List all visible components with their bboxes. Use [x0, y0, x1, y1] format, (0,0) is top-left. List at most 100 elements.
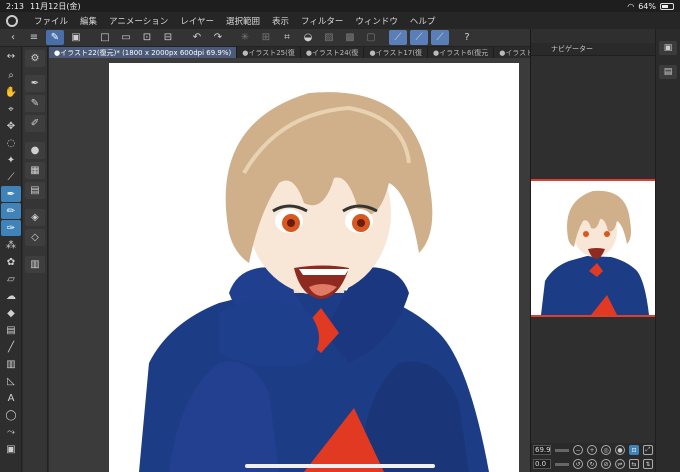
special-ruler-snap-icon[interactable]: ⟋	[410, 30, 428, 45]
fill-window-icon[interactable]: ⤢	[643, 445, 653, 455]
tab-document[interactable]: ● イラスト25(復	[237, 47, 301, 58]
menu-file[interactable]: ファイル	[34, 15, 68, 27]
flip-icon[interactable]: ⇌	[615, 459, 625, 469]
subtool-brush-size-icon[interactable]: ●	[25, 142, 45, 159]
decoration-tool-icon[interactable]: ✿	[1, 254, 21, 270]
menu-window[interactable]: ウィンドウ	[355, 15, 398, 27]
menu-filter[interactable]: フィルター	[301, 15, 343, 27]
zoom-input[interactable]: 69.9	[533, 445, 551, 455]
tab-document[interactable]: ● イラスト17(復	[364, 47, 429, 58]
rotate-right-icon[interactable]: ↻	[587, 459, 597, 469]
fill-icon[interactable]: ◒	[299, 30, 317, 45]
artwork-illustration	[139, 92, 489, 472]
edit-mode-icon[interactable]: ✎	[46, 30, 64, 45]
ruler-tool-icon[interactable]: ◺	[1, 373, 21, 389]
eyedropper-tool-icon[interactable]: ⟋	[1, 169, 21, 185]
rotate-left-icon[interactable]: ↺	[573, 459, 583, 469]
menu-animation[interactable]: アニメーション	[109, 15, 168, 27]
menu-help[interactable]: ヘルプ	[410, 15, 436, 27]
tab-document[interactable]: ● イラスト24(復	[301, 47, 365, 58]
collapse-icon[interactable]: ‹	[4, 30, 22, 45]
pen-tool-icon[interactable]: ✒	[1, 186, 21, 202]
zoom-tool-icon[interactable]: ⌕	[1, 67, 21, 83]
redo-icon[interactable]: ↷	[209, 30, 227, 45]
brush-tool-icon[interactable]: ✑	[1, 220, 21, 236]
zoom-out-icon[interactable]: −	[573, 445, 583, 455]
actual-size-icon[interactable]: ◎	[601, 445, 611, 455]
loading-icon[interactable]: ✳	[236, 30, 254, 45]
panel-layer-icon[interactable]: ▤	[659, 65, 677, 79]
export-icon[interactable]: ⊟	[159, 30, 177, 45]
ruler-snap-icon[interactable]: ⟋	[389, 30, 407, 45]
subtool-gpen-icon[interactable]: ✐	[25, 115, 45, 132]
correct-line-tool-icon[interactable]: ⤳	[1, 424, 21, 440]
subtool-material-icon[interactable]: ▥	[25, 256, 45, 273]
move-tool-icon[interactable]: ✥	[1, 118, 21, 134]
subtool-pen-icon[interactable]: ✒	[25, 75, 45, 92]
new-canvas-icon[interactable]: □	[96, 30, 114, 45]
navigator-title: ナビゲーター	[531, 43, 655, 56]
hamburger-menu-icon[interactable]: ≡	[25, 30, 43, 45]
eraser-tool-icon[interactable]: ▱	[1, 271, 21, 287]
rotate-input[interactable]: 0.0	[533, 459, 551, 469]
airbrush-tool-icon[interactable]: ⁂	[1, 237, 21, 253]
hand-tool-icon[interactable]: ✋	[1, 84, 21, 100]
undo-icon[interactable]: ↶	[188, 30, 206, 45]
navigator-zoom-row: 69.9 − + ◎ ● ⊡ ⤢	[531, 443, 655, 457]
help-icon[interactable]: ?	[458, 30, 476, 45]
menu-edit[interactable]: 編集	[80, 15, 97, 27]
subtool-stack-icon[interactable]: ◇	[25, 229, 45, 246]
flip-vertical-icon[interactable]: ⇅	[643, 459, 653, 469]
zoom-slider[interactable]	[555, 448, 569, 452]
blend-tool-icon[interactable]: ☁	[1, 288, 21, 304]
tab-document[interactable]: ● イラスト6(復元	[428, 47, 495, 58]
tab-document[interactable]: ● イラスト22(復元)* (1800 x 2000px 600dpi 69.9…	[49, 47, 238, 58]
tab-label: イラスト24(復	[311, 48, 359, 57]
zoom-in-icon[interactable]: +	[587, 445, 597, 455]
clear-outside-icon[interactable]: ▩	[341, 30, 359, 45]
magic-wand-tool-icon[interactable]: ✦	[1, 152, 21, 168]
fit-window-icon[interactable]: ⊡	[629, 445, 639, 455]
panel-toggle-icon[interactable]: ▣	[659, 41, 677, 55]
open-folder-icon[interactable]: ▭	[117, 30, 135, 45]
canvas-area[interactable]	[49, 58, 530, 472]
figure-tool-icon[interactable]: ╱	[1, 339, 21, 355]
text-tool-icon[interactable]: A	[1, 390, 21, 406]
operation-tool-icon[interactable]: ⌖	[1, 101, 21, 117]
fill-tool-icon[interactable]: ◆	[1, 305, 21, 321]
clear-icon[interactable]: ▨	[320, 30, 338, 45]
deselect-icon[interactable]: ▢	[362, 30, 380, 45]
grid-snap-icon[interactable]: ⟋	[431, 30, 449, 45]
fit-icon[interactable]: ●	[615, 445, 625, 455]
menu-layer[interactable]: レイヤー	[180, 15, 214, 27]
gradient-tool-icon[interactable]: ▤	[1, 322, 21, 338]
tab-document[interactable]: ● イラスト19(復	[494, 47, 530, 58]
transform-icon[interactable]: ⊞	[257, 30, 275, 45]
gallery-icon[interactable]: ▣	[67, 30, 85, 45]
pencil-tool-icon[interactable]: ✏	[1, 203, 21, 219]
battery-fill	[662, 4, 669, 8]
navigator-preview[interactable]	[531, 179, 655, 317]
save-icon[interactable]: ⊡	[138, 30, 156, 45]
color-swatch-icon[interactable]: ▣	[1, 441, 21, 457]
flip-horizontal-icon[interactable]: ⇆	[629, 459, 639, 469]
menu-view[interactable]: 表示	[272, 15, 289, 27]
rotate-slider[interactable]	[555, 462, 569, 466]
ios-home-indicator[interactable]	[245, 464, 435, 468]
artwork-canvas[interactable]	[109, 63, 519, 472]
subtool-color-icon[interactable]: ▦	[25, 162, 45, 179]
navigator-panel: ナビゲーター 69.9 − + ◎ ● ⊡ ⤢ 0.0 ↺ ↻ ⊘ ⇌ ⇆ ⇅	[531, 29, 655, 472]
app-logo-icon[interactable]	[6, 14, 18, 27]
lasso-tool-icon[interactable]: ◌	[1, 135, 21, 151]
frame-tool-icon[interactable]: ▥	[1, 356, 21, 372]
menu-selection[interactable]: 選択範囲	[226, 15, 260, 27]
subtool-marker-icon[interactable]: ✎	[25, 95, 45, 112]
crop-icon[interactable]: ⌗	[278, 30, 296, 45]
status-time: 2:13	[6, 1, 24, 11]
expand-palette-icon[interactable]: ↔	[1, 48, 21, 64]
reset-rotate-icon[interactable]: ⊘	[601, 459, 611, 469]
subtool-settings-icon[interactable]: ⚙	[25, 50, 45, 67]
subtool-layer-icon[interactable]: ▤	[25, 182, 45, 199]
balloon-tool-icon[interactable]: ◯	[1, 407, 21, 423]
subtool-layers-stack-icon[interactable]: ◈	[25, 209, 45, 226]
